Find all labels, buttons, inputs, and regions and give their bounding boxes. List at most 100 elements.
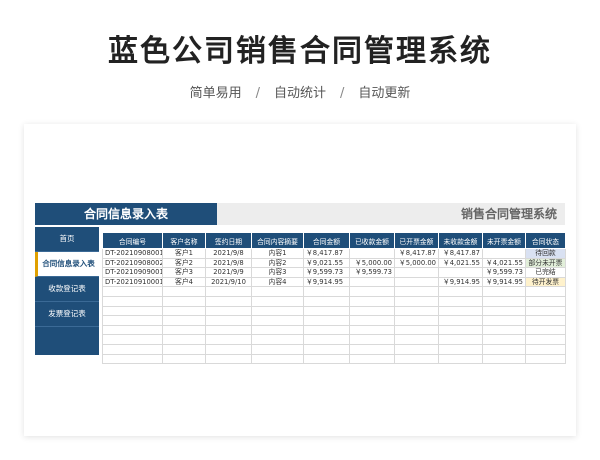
column-header[interactable]: 合同状态: [525, 232, 566, 249]
table-row[interactable]: DT-20210908001 客户1 2021/9/8 内容1 ￥8,417.87 ￥8,…: [102, 248, 566, 259]
table-cell[interactable]: 客户2: [162, 257, 206, 269]
empty-cell[interactable]: [349, 343, 395, 355]
empty-cell[interactable]: [303, 315, 350, 326]
empty-cell[interactable]: [303, 324, 350, 336]
table-cell[interactable]: ￥4,021.55: [482, 257, 526, 269]
empty-cell[interactable]: [205, 343, 252, 355]
empty-cell[interactable]: [162, 334, 206, 345]
empty-cell[interactable]: [525, 286, 566, 297]
empty-cell[interactable]: [162, 324, 206, 336]
empty-cell[interactable]: [102, 334, 163, 345]
empty-cell[interactable]: [349, 286, 395, 297]
table-row[interactable]: DT-20210910001 客户4 2021/9/10 内容4 ￥9,914.95 ￥9…: [102, 276, 566, 288]
empty-row[interactable]: [102, 343, 566, 355]
table-row[interactable]: DT-20210909001 客户3 2021/9/9 内容3 ￥9,599.73 ￥9,…: [102, 267, 566, 278]
empty-cell[interactable]: [525, 324, 566, 336]
empty-cell[interactable]: [303, 286, 350, 297]
empty-row[interactable]: [102, 295, 566, 307]
empty-cell[interactable]: [394, 286, 439, 297]
column-header[interactable]: 未开票金额: [482, 232, 526, 249]
table-cell[interactable]: [438, 267, 483, 278]
empty-cell[interactable]: [102, 324, 163, 336]
empty-cell[interactable]: [394, 315, 439, 326]
empty-cell[interactable]: [162, 343, 206, 355]
table-cell[interactable]: 客户4: [162, 276, 206, 288]
column-header[interactable]: 客户名称: [162, 232, 206, 249]
empty-cell[interactable]: [303, 305, 350, 317]
status-cell[interactable]: 待开发票: [525, 276, 566, 288]
empty-cell[interactable]: [251, 286, 304, 297]
table-cell[interactable]: ￥9,599.73: [482, 267, 526, 278]
empty-cell[interactable]: [349, 315, 395, 326]
table-row[interactable]: DT-20210908002 客户2 2021/9/8 内容2 ￥9,021.55 ￥5,…: [102, 257, 566, 269]
empty-cell[interactable]: [251, 324, 304, 336]
empty-cell[interactable]: [205, 295, 252, 307]
empty-cell[interactable]: [205, 353, 252, 365]
empty-row[interactable]: [102, 305, 566, 317]
nav-home[interactable]: 首页: [35, 227, 99, 252]
empty-cell[interactable]: [394, 324, 439, 336]
empty-cell[interactable]: [438, 315, 483, 326]
empty-cell[interactable]: [438, 305, 483, 317]
table-cell[interactable]: [394, 276, 439, 288]
empty-cell[interactable]: [525, 315, 566, 326]
empty-cell[interactable]: [102, 353, 163, 365]
table-cell[interactable]: DT-20210910001: [102, 276, 163, 288]
column-header[interactable]: 未收款金额: [438, 232, 483, 249]
table-cell[interactable]: [482, 248, 526, 259]
empty-cell[interactable]: [525, 353, 566, 365]
table-cell[interactable]: 内容4: [251, 276, 304, 288]
empty-cell[interactable]: [102, 286, 163, 297]
table-cell[interactable]: ￥8,417.87: [394, 248, 439, 259]
empty-cell[interactable]: [162, 305, 206, 317]
empty-cell[interactable]: [525, 295, 566, 307]
empty-cell[interactable]: [525, 305, 566, 317]
column-header[interactable]: 已收款金额: [349, 232, 395, 249]
empty-cell[interactable]: [251, 305, 304, 317]
empty-cell[interactable]: [303, 295, 350, 307]
column-header[interactable]: 已开票金额: [394, 232, 439, 249]
empty-row[interactable]: [102, 334, 566, 345]
empty-cell[interactable]: [303, 353, 350, 365]
table-cell[interactable]: 客户3: [162, 267, 206, 278]
table-cell[interactable]: [349, 248, 395, 259]
empty-cell[interactable]: [205, 286, 252, 297]
column-header[interactable]: 签约日期: [205, 232, 252, 249]
empty-cell[interactable]: [349, 305, 395, 317]
table-cell[interactable]: [394, 267, 439, 278]
empty-cell[interactable]: [482, 295, 526, 307]
table-cell[interactable]: ￥5,000.00: [394, 257, 439, 269]
empty-cell[interactable]: [349, 295, 395, 307]
empty-cell[interactable]: [251, 315, 304, 326]
empty-cell[interactable]: [482, 343, 526, 355]
empty-row[interactable]: [102, 353, 566, 365]
table-cell[interactable]: ￥9,914.95: [303, 276, 350, 288]
empty-cell[interactable]: [205, 315, 252, 326]
empty-cell[interactable]: [162, 295, 206, 307]
empty-cell[interactable]: [205, 334, 252, 345]
empty-cell[interactable]: [162, 315, 206, 326]
empty-cell[interactable]: [205, 305, 252, 317]
empty-cell[interactable]: [394, 343, 439, 355]
table-cell[interactable]: [349, 276, 395, 288]
table-cell[interactable]: ￥9,599.73: [303, 267, 350, 278]
table-cell[interactable]: 2021/9/8: [205, 248, 252, 259]
table-cell[interactable]: 内容3: [251, 267, 304, 278]
empty-cell[interactable]: [205, 324, 252, 336]
empty-row[interactable]: [102, 324, 566, 336]
empty-cell[interactable]: [482, 286, 526, 297]
nav-contract-entry[interactable]: 合同信息录入表: [35, 252, 99, 277]
empty-cell[interactable]: [251, 343, 304, 355]
empty-cell[interactable]: [102, 343, 163, 355]
status-cell[interactable]: 已完结: [525, 267, 566, 278]
empty-cell[interactable]: [251, 295, 304, 307]
empty-cell[interactable]: [303, 343, 350, 355]
empty-cell[interactable]: [251, 353, 304, 365]
empty-cell[interactable]: [394, 295, 439, 307]
empty-cell[interactable]: [438, 353, 483, 365]
empty-cell[interactable]: [438, 343, 483, 355]
table-cell[interactable]: 内容1: [251, 248, 304, 259]
table-cell[interactable]: ￥5,000.00: [349, 257, 395, 269]
empty-cell[interactable]: [102, 315, 163, 326]
empty-cell[interactable]: [394, 305, 439, 317]
